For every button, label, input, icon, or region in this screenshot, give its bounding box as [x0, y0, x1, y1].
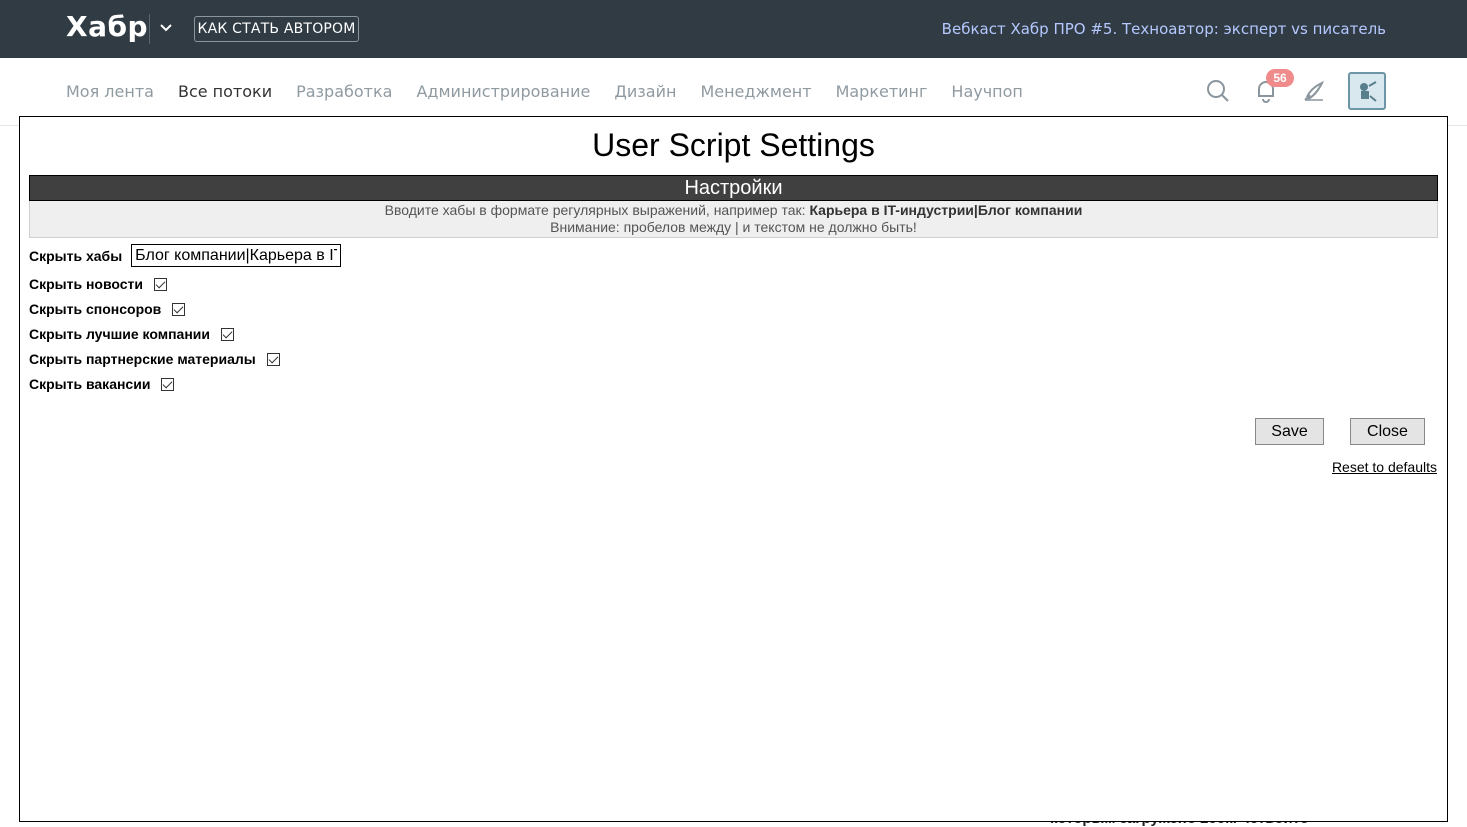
search-icon[interactable] [1204, 72, 1232, 110]
section-description: Вводите хабы в формате регулярных выраже… [29, 201, 1438, 238]
checkbox-row-partners: Скрыть партнерские материалы [29, 351, 280, 367]
checkbox-row-sponsors: Скрыть спонсоров [29, 301, 186, 317]
write-post-icon[interactable] [1300, 72, 1328, 110]
tab-my-feed[interactable]: Моя лента [66, 82, 154, 101]
habr-logo[interactable]: Хабр [66, 10, 148, 43]
checkbox-row-companies: Скрыть лучшие компании [29, 326, 235, 342]
hide-partner-materials-checkbox[interactable] [266, 352, 280, 366]
tab-development[interactable]: Разработка [296, 82, 392, 101]
tab-marketing[interactable]: Маркетинг [836, 82, 928, 101]
nav-actions: 56 [1204, 69, 1386, 110]
hide-news-checkbox[interactable] [154, 277, 168, 291]
bell-icon[interactable]: 56 [1252, 69, 1294, 110]
hubs-label: Скрыть хабы [29, 247, 123, 264]
user-script-settings-dialog: User Script Settings Настройки Вводите х… [19, 116, 1448, 822]
tab-popsci[interactable]: Научпоп [951, 82, 1022, 101]
webcast-promo-link[interactable]: Вебкаст Хабр ПРО #5. Техноавтор: эксперт… [942, 20, 1386, 38]
save-button[interactable]: Save [1255, 418, 1324, 445]
how-to-become-author-button[interactable]: КАК СТАТЬ АВТОРОМ [194, 16, 359, 42]
tab-all-flows[interactable]: Все потоки [178, 82, 272, 101]
dialog-title: User Script Settings [592, 127, 875, 163]
top-bar: Хабр КАК СТАТЬ АВТОРОМ Вебкаст Хабр ПРО … [0, 0, 1467, 58]
section-header: Настройки [29, 175, 1438, 201]
hide-sponsors-checkbox[interactable] [172, 302, 186, 316]
checkbox-label: Скрыть новости [29, 276, 144, 292]
user-avatar[interactable] [1348, 72, 1386, 110]
tab-design[interactable]: Дизайн [614, 82, 676, 101]
hide-best-companies-checkbox[interactable] [221, 327, 235, 341]
hubs-row: Скрыть хабы [29, 244, 342, 267]
checkbox-row-vacancies: Скрыть вакансии [29, 376, 175, 392]
tab-administration[interactable]: Администрирование [416, 82, 590, 101]
notifications-badge: 56 [1266, 69, 1294, 87]
desc-line1-prefix: Вводите хабы в формате регулярных выраже… [384, 202, 810, 218]
desc-line2: Внимание: пробелов между | и текстом не … [550, 219, 917, 235]
checkbox-label: Скрыть партнерские материалы [29, 351, 256, 367]
checkbox-label: Скрыть вакансии [29, 376, 151, 392]
checkbox-label: Скрыть лучшие компании [29, 326, 211, 342]
checkbox-label: Скрыть спонсоров [29, 301, 162, 317]
reset-to-defaults-link[interactable]: Reset to defaults [1332, 459, 1437, 475]
tab-management[interactable]: Менеджмент [700, 82, 811, 101]
desc-example: Карьера в IT-индустрии|Блог компании [809, 202, 1083, 218]
hide-vacancies-checkbox[interactable] [161, 377, 175, 391]
checkbox-row-news: Скрыть новости [29, 276, 168, 292]
hubs-input[interactable] [131, 244, 342, 267]
chevron-down-icon[interactable] [156, 16, 176, 40]
flow-tabs: Моя лента Все потоки Разработка Админист… [66, 82, 1047, 101]
logo-divider [149, 14, 150, 44]
close-button[interactable]: Close [1350, 418, 1425, 445]
